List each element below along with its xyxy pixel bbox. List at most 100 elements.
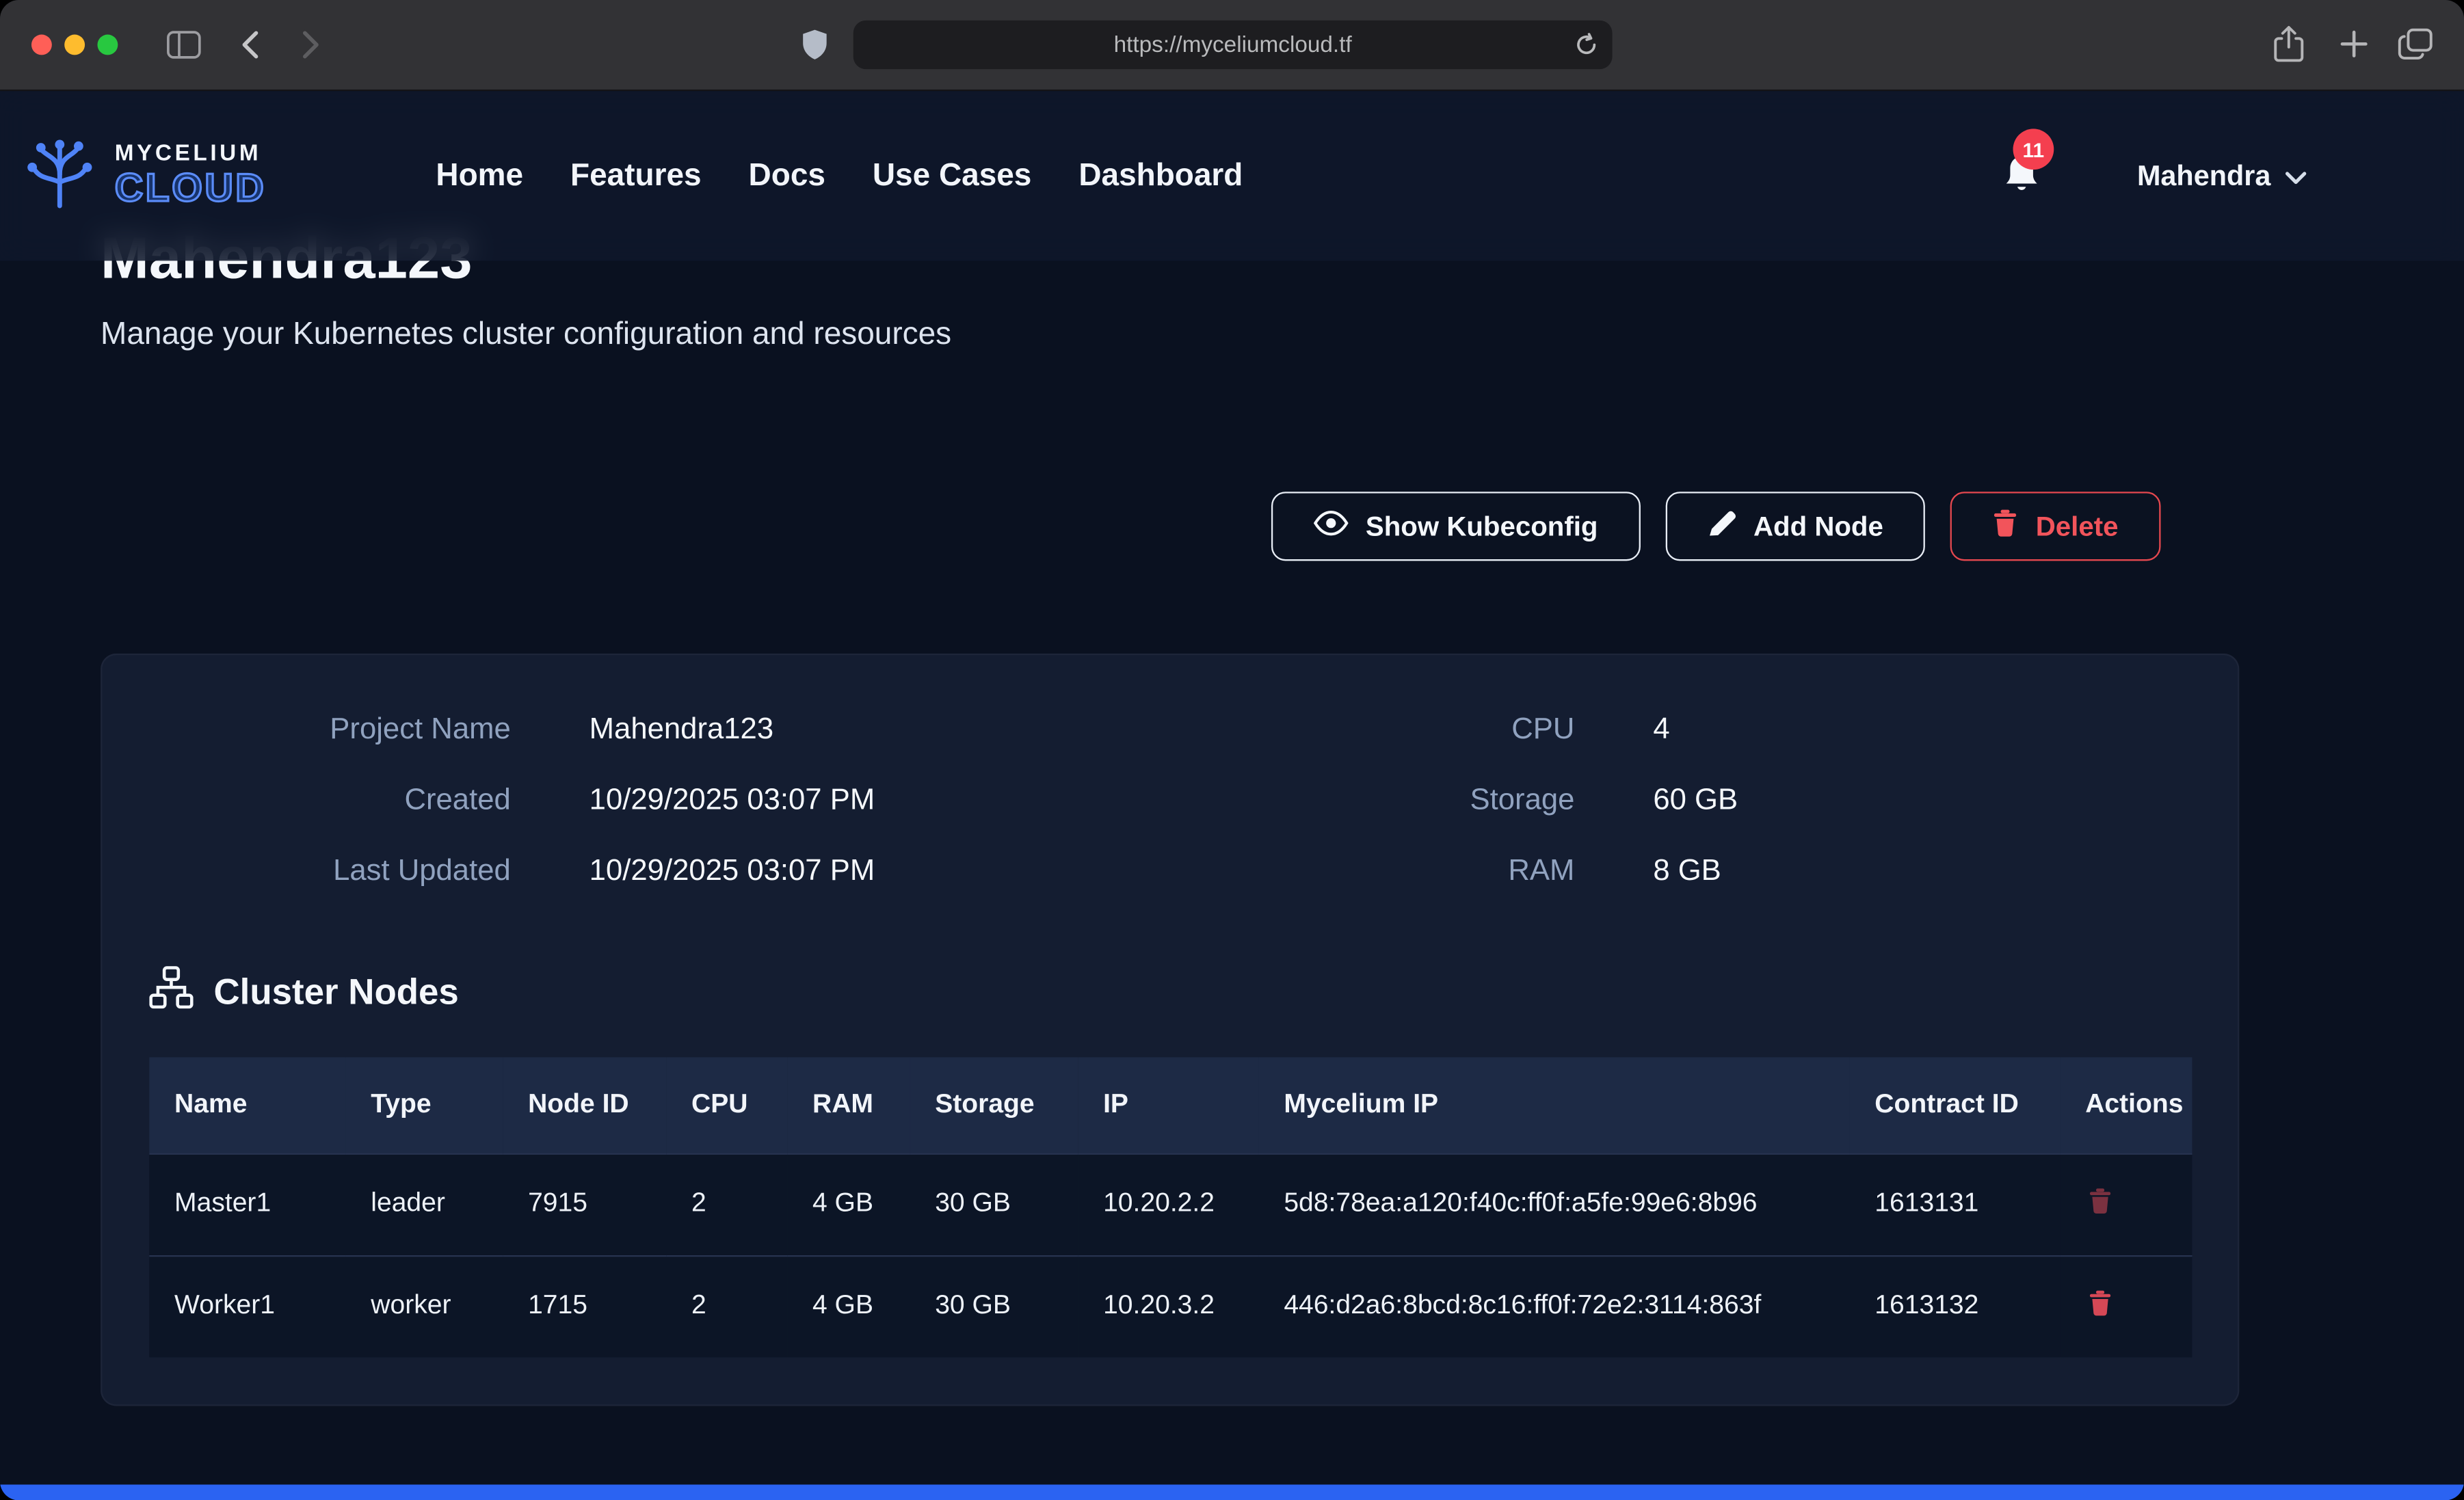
detail-value: 4 — [1653, 712, 2190, 749]
delete-label: Delete — [2036, 510, 2119, 543]
share-icon[interactable] — [2274, 25, 2304, 63]
add-node-label: Add Node — [1753, 510, 1883, 543]
cell-node-id: 1715 — [503, 1255, 666, 1357]
logo-line2: CLOUD — [115, 170, 266, 209]
sidebar-toggle-icon[interactable] — [167, 30, 202, 60]
add-node-button[interactable]: Add Node — [1665, 492, 1926, 561]
minimize-window-button[interactable] — [64, 35, 85, 55]
address-bar[interactable]: https://myceliumcloud.tf — [853, 21, 1613, 69]
cluster-toolbar: Show Kubeconfig Add Node Delete — [101, 492, 2239, 561]
refresh-icon[interactable] — [1574, 33, 1598, 64]
column-header: Name — [149, 1057, 345, 1153]
detail-label: Created — [149, 782, 511, 820]
pencil-icon — [1708, 508, 1736, 544]
detail-label: Project Name — [149, 712, 511, 749]
user-name: Mahendra — [2137, 159, 2270, 192]
cell-type: leader — [346, 1153, 503, 1255]
site-header: MYCELIUM CLOUD Home Features Docs Use Ca… — [0, 91, 2464, 260]
detail-value: 8 GB — [1653, 853, 2190, 891]
column-header: Contract ID — [1850, 1057, 2061, 1153]
column-header: IP — [1078, 1057, 1258, 1153]
cluster-details-grid: Project Name Mahendra123 CPU 4 Created 1… — [149, 712, 2190, 891]
cell-ram: 4 GB — [787, 1255, 910, 1357]
cell-ram: 4 GB — [787, 1153, 910, 1255]
table-row: Worker1 worker 1715 2 4 GB 30 GB 10.20.3… — [149, 1255, 2192, 1357]
cell-cpu: 2 — [666, 1153, 787, 1255]
nav-item-use-cases[interactable]: Use Cases — [873, 158, 1032, 194]
detail-value: 10/29/2025 03:07 PM — [589, 782, 1213, 820]
chevron-down-icon — [2285, 159, 2307, 192]
page-content: Mahendra123 Manage your Kubernetes clust… — [101, 225, 2239, 1406]
notifications-button[interactable]: 11 — [2002, 152, 2043, 200]
delete-node-button[interactable] — [2085, 1183, 2115, 1221]
trash-icon — [2089, 1289, 2112, 1321]
site-logo[interactable]: MYCELIUM CLOUD — [19, 136, 267, 216]
nav-item-features[interactable]: Features — [570, 158, 702, 194]
cell-cpu: 2 — [666, 1255, 787, 1357]
column-header: RAM — [787, 1057, 910, 1153]
cell-storage: 30 GB — [910, 1153, 1078, 1255]
cluster-nodes-table: Name Type Node ID CPU RAM Storage IP Myc… — [149, 1057, 2192, 1357]
detail-label: Storage — [1292, 782, 1575, 820]
detail-value: Mahendra123 — [589, 712, 1213, 749]
close-window-button[interactable] — [31, 35, 52, 55]
cell-storage: 30 GB — [910, 1255, 1078, 1357]
trash-icon — [2089, 1187, 2112, 1218]
tab-overview-icon[interactable] — [2398, 28, 2433, 59]
table-header-row: Name Type Node ID CPU RAM Storage IP Myc… — [149, 1057, 2192, 1153]
column-header: Storage — [910, 1057, 1078, 1153]
trash-icon — [1993, 508, 2019, 544]
show-kubeconfig-button[interactable]: Show Kubeconfig — [1271, 492, 1640, 561]
column-header: Mycelium IP — [1259, 1057, 1850, 1153]
forward-button-icon[interactable] — [302, 30, 321, 60]
zoom-window-button[interactable] — [97, 35, 118, 55]
detail-label: CPU — [1292, 712, 1575, 749]
cell-mycelium-ip: 5d8:78ea:a120:f40c:ff0f:a5fe:99e6:8b96 — [1259, 1153, 1850, 1255]
logo-text: MYCELIUM CLOUD — [115, 144, 266, 209]
eye-icon — [1314, 510, 1349, 543]
main-nav: Home Features Docs Use Cases Dashboard — [436, 158, 1243, 194]
scale-root: https://myceliumcloud.tf Mahendra123 Man… — [0, 0, 2464, 1500]
cell-ip: 10.20.2.2 — [1078, 1153, 1258, 1255]
table-row: Master1 leader 7915 2 4 GB 30 GB 10.20.2… — [149, 1153, 2192, 1255]
show-kubeconfig-label: Show Kubeconfig — [1366, 510, 1598, 543]
logo-line1: MYCELIUM — [115, 144, 266, 166]
cell-name: Master1 — [149, 1153, 345, 1255]
detail-value: 10/29/2025 03:07 PM — [589, 853, 1213, 891]
nav-item-home[interactable]: Home — [436, 158, 523, 194]
cluster-nodes-heading: Cluster Nodes — [149, 966, 2190, 1017]
hierarchy-icon — [149, 966, 193, 1017]
nav-item-docs[interactable]: Docs — [749, 158, 825, 194]
cell-contract-id: 1613131 — [1850, 1153, 2061, 1255]
cell-ip: 10.20.3.2 — [1078, 1255, 1258, 1357]
nav-item-dashboard[interactable]: Dashboard — [1078, 158, 1243, 194]
page-subtitle: Manage your Kubernetes cluster configura… — [101, 314, 2239, 356]
webpage: Mahendra123 Manage your Kubernetes clust… — [0, 91, 2464, 1500]
column-header: Type — [346, 1057, 503, 1153]
bell-icon — [2002, 176, 2041, 202]
privacy-shield-icon[interactable] — [802, 28, 828, 61]
cluster-details-card: Project Name Mahendra123 CPU 4 Created 1… — [101, 654, 2239, 1406]
back-button-icon[interactable] — [241, 30, 260, 60]
detail-label: RAM — [1292, 853, 1575, 891]
cell-node-id: 7915 — [503, 1153, 666, 1255]
mycelium-logo-icon — [19, 136, 101, 216]
user-menu[interactable]: Mahendra — [2137, 159, 2307, 192]
column-header: Node ID — [503, 1057, 666, 1153]
cluster-nodes-title: Cluster Nodes — [214, 970, 459, 1013]
new-tab-icon[interactable] — [2340, 30, 2368, 58]
window-controls — [31, 35, 118, 55]
detail-value: 60 GB — [1653, 782, 2190, 820]
cell-mycelium-ip: 446:d2a6:8bcd:8c16:ff0f:72e2:3114:863f — [1259, 1255, 1850, 1357]
browser-chrome: https://myceliumcloud.tf — [0, 0, 2464, 91]
cell-name: Worker1 — [149, 1255, 345, 1357]
detail-label: Last Updated — [149, 853, 511, 891]
browser-window: https://myceliumcloud.tf Mahendra123 Man… — [0, 0, 2464, 1500]
cell-type: worker — [346, 1255, 503, 1357]
url-text: https://myceliumcloud.tf — [1114, 32, 1352, 57]
column-header: Actions — [2060, 1057, 2192, 1153]
footer-accent-strip — [0, 1484, 2464, 1500]
delete-cluster-button[interactable]: Delete — [1951, 492, 2161, 561]
delete-node-button[interactable] — [2085, 1286, 2115, 1324]
column-header: CPU — [666, 1057, 787, 1153]
